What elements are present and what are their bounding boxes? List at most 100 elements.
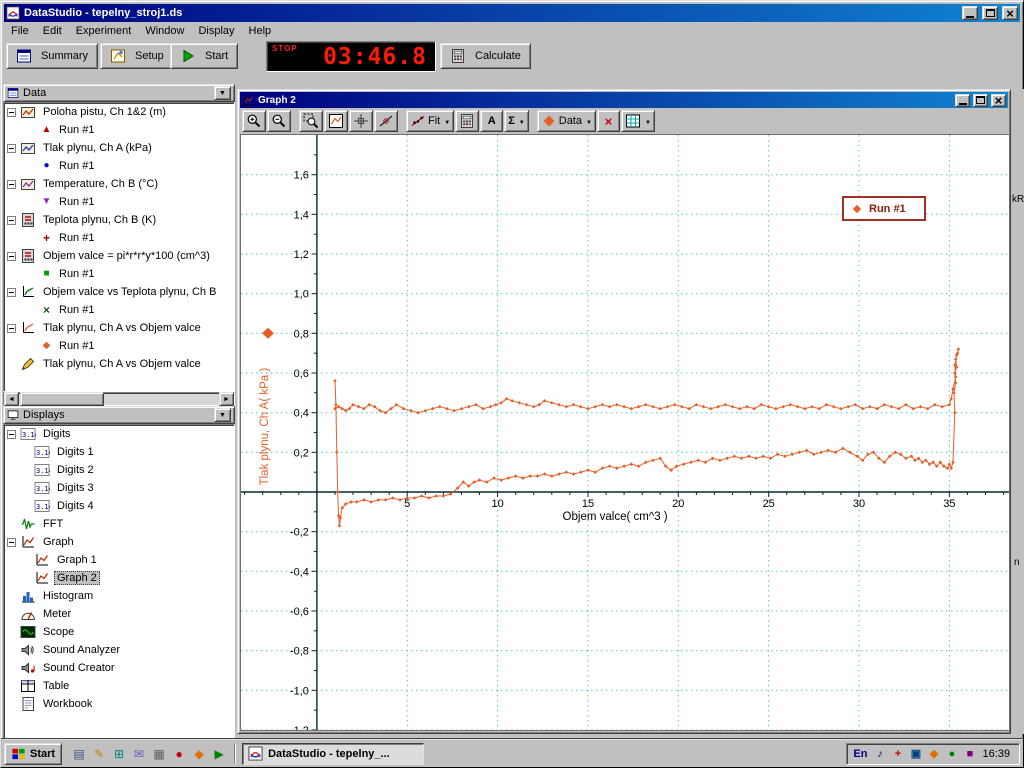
- display-item[interactable]: Graph: [4, 533, 234, 551]
- zoom-in-button[interactable]: [242, 110, 266, 132]
- chevron-down-icon[interactable]: [442, 115, 450, 127]
- display-subitem[interactable]: 3.14Digits 3: [4, 479, 234, 497]
- taskbar-task-button[interactable]: DataStudio - tepelny_...: [242, 743, 424, 765]
- quicklaunch-icon[interactable]: ▦: [150, 745, 168, 763]
- data-run-item[interactable]: ×Run #1: [4, 301, 234, 319]
- display-item[interactable]: Sound Creator: [4, 659, 234, 677]
- menu-item-edit[interactable]: Edit: [36, 24, 69, 38]
- tree-expander-icon[interactable]: [7, 216, 16, 225]
- graph-close-button[interactable]: ×: [991, 94, 1006, 107]
- data-item[interactable]: Temperature, Ch B (°C): [4, 175, 234, 193]
- quicklaunch-icon[interactable]: ⊞: [110, 745, 128, 763]
- quicklaunch-icon[interactable]: ✎: [90, 745, 108, 763]
- scrollbar-thumb[interactable]: [20, 392, 104, 406]
- displays-panel-dropdown-button[interactable]: [214, 408, 231, 422]
- tree-expander-icon[interactable]: [7, 180, 16, 189]
- tree-expander-icon[interactable]: [7, 538, 16, 547]
- quicklaunch-icon[interactable]: ✉: [130, 745, 148, 763]
- quicklaunch-icon[interactable]: ●: [170, 745, 188, 763]
- tray-icon[interactable]: ▣: [908, 746, 923, 762]
- tree-expander-icon[interactable]: [7, 252, 16, 261]
- data-panel-dropdown-button[interactable]: [214, 86, 231, 100]
- display-subitem[interactable]: Graph 2: [4, 569, 234, 587]
- menu-item-help[interactable]: Help: [242, 24, 279, 38]
- calculate-button[interactable]: Calculate: [440, 43, 531, 69]
- display-item[interactable]: Meter: [4, 605, 234, 623]
- graph-maximize-button[interactable]: [973, 94, 988, 107]
- zoom-select-button[interactable]: [299, 110, 323, 132]
- display-subitem[interactable]: 3.14Digits 4: [4, 497, 234, 515]
- text-annotation-button[interactable]: A: [480, 110, 503, 132]
- data-panel-header[interactable]: Data: [3, 84, 235, 102]
- data-run-item[interactable]: ●Run #1: [4, 157, 234, 175]
- data-item[interactable]: Teplota plynu, Ch B (K): [4, 211, 234, 229]
- graph-title-bar[interactable]: Graph 2 ×: [240, 92, 1008, 108]
- menu-item-experiment[interactable]: Experiment: [69, 24, 139, 38]
- start-menu-button[interactable]: Start: [4, 743, 62, 765]
- data-run-item[interactable]: ▼Run #1: [4, 193, 234, 211]
- display-subitem[interactable]: 3.14Digits 2: [4, 461, 234, 479]
- graph-minimize-button[interactable]: [955, 94, 970, 107]
- display-item[interactable]: Histogram: [4, 587, 234, 605]
- menu-item-window[interactable]: Window: [138, 24, 191, 38]
- horizontal-scrollbar[interactable]: ◄ ►: [3, 392, 235, 406]
- display-item[interactable]: Table: [4, 677, 234, 695]
- tray-icon[interactable]: ■: [962, 746, 977, 762]
- minimize-button[interactable]: [962, 6, 978, 20]
- displays-panel-header[interactable]: Displays: [3, 406, 235, 424]
- chevron-down-icon[interactable]: [517, 115, 525, 127]
- data-menu-button[interactable]: Data: [537, 110, 596, 132]
- zoom-out-button[interactable]: [267, 110, 291, 132]
- start-experiment-button[interactable]: Start: [170, 43, 238, 69]
- smart-tool-button[interactable]: [349, 110, 373, 132]
- scroll-left-button[interactable]: ◄: [4, 392, 19, 406]
- menu-item-file[interactable]: File: [4, 24, 36, 38]
- setup-button[interactable]: Setup: [100, 43, 174, 69]
- grid-settings-button[interactable]: [621, 110, 655, 132]
- display-item[interactable]: FFT: [4, 515, 234, 533]
- display-item[interactable]: Scope: [4, 623, 234, 641]
- tree-expander-icon[interactable]: [7, 324, 16, 333]
- slope-tool-button[interactable]: [374, 110, 398, 132]
- tree-expander-icon[interactable]: [7, 108, 16, 117]
- statistics-button[interactable]: Σ: [504, 110, 529, 132]
- graph-plot-area[interactable]: 1,61,41,21,00,80,60,40,2-0,2-0,4-0,6-0,8…: [240, 134, 1010, 731]
- calculator-button[interactable]: [455, 110, 479, 132]
- display-item[interactable]: Sound Analyzer: [4, 641, 234, 659]
- data-run-item[interactable]: ▲Run #1: [4, 121, 234, 139]
- close-button[interactable]: ×: [1002, 6, 1018, 20]
- keyboard-language-indicator[interactable]: En: [853, 748, 867, 760]
- tray-icon[interactable]: ♪: [872, 746, 887, 762]
- scroll-right-button[interactable]: ►: [219, 392, 234, 406]
- data-run-item[interactable]: ■Run #1: [4, 265, 234, 283]
- data-item[interactable]: Poloha pistu, Ch 1&2 (m): [4, 103, 234, 121]
- menu-item-display[interactable]: Display: [191, 24, 241, 38]
- display-item[interactable]: 3.14Digits: [4, 425, 234, 443]
- fit-menu-button[interactable]: Fit: [406, 110, 454, 132]
- display-subitem[interactable]: 3.14Digits 1: [4, 443, 234, 461]
- chevron-down-icon[interactable]: [584, 115, 592, 127]
- delete-button[interactable]: ×: [597, 110, 620, 132]
- data-item[interactable]: Tlak plynu, Ch A vs Objem valce: [4, 319, 234, 337]
- tray-icon[interactable]: +: [890, 746, 905, 762]
- data-run-item[interactable]: +Run #1: [4, 229, 234, 247]
- maximize-button[interactable]: [982, 6, 998, 20]
- data-item[interactable]: Objem valce = pi*r*r*y*100 (cm^3): [4, 247, 234, 265]
- data-item[interactable]: Tlak plynu, Ch A vs Objem valce: [4, 355, 234, 373]
- graph-legend[interactable]: Run #1: [842, 196, 926, 221]
- quicklaunch-icon[interactable]: ◆: [190, 745, 208, 763]
- data-item[interactable]: Objem valce vs Teplota plynu, Ch B: [4, 283, 234, 301]
- quicklaunch-icon[interactable]: ▤: [70, 745, 88, 763]
- scale-to-fit-button[interactable]: [324, 110, 348, 132]
- graph-plot[interactable]: 1,61,41,21,00,80,60,40,2-0,2-0,4-0,6-0,8…: [241, 135, 1009, 730]
- display-item[interactable]: Workbook: [4, 695, 234, 713]
- quicklaunch-icon[interactable]: ▶: [210, 745, 228, 763]
- data-run-item[interactable]: ◆Run #1: [4, 337, 234, 355]
- data-item[interactable]: Tlak plynu, Ch A (kPa): [4, 139, 234, 157]
- tree-expander-icon[interactable]: [7, 144, 16, 153]
- tray-icon[interactable]: ●: [944, 746, 959, 762]
- chevron-down-icon[interactable]: [643, 115, 651, 127]
- display-subitem[interactable]: Graph 1: [4, 551, 234, 569]
- tray-icon[interactable]: ◆: [926, 746, 941, 762]
- tree-expander-icon[interactable]: [7, 430, 16, 439]
